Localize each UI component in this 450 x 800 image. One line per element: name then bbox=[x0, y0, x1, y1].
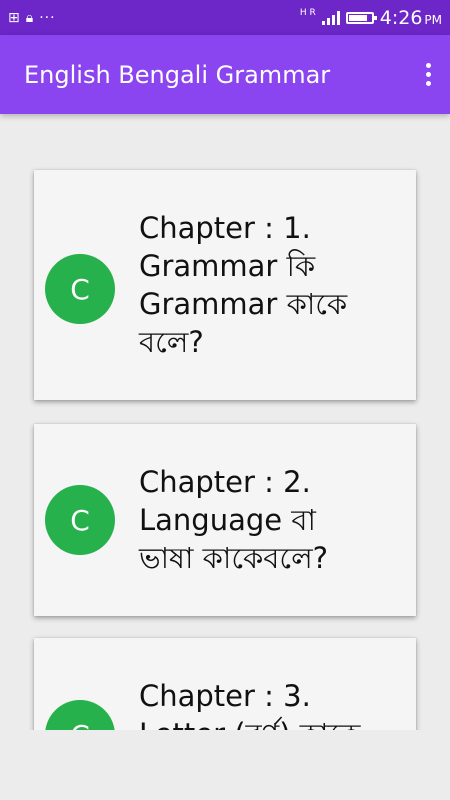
chapter-title: Chapter : 1. Grammar কি Grammar কাকে বলে… bbox=[139, 211, 348, 359]
chapter-avatar: C bbox=[45, 485, 115, 555]
more-notifications-icon: ··· bbox=[39, 10, 56, 26]
overflow-menu-button[interactable] bbox=[420, 57, 436, 91]
clock-time: 4:26 bbox=[379, 7, 423, 29]
chapter-card-3[interactable]: C Chapter : 3. Letter (বর্ণ) কাকে bbox=[34, 638, 416, 730]
chapter-title: Chapter : 3. Letter (বর্ণ) কাকে bbox=[139, 679, 360, 730]
signal-icon bbox=[321, 11, 340, 25]
chapter-avatar: C bbox=[45, 254, 115, 324]
system-icons: H R 4:26 PM bbox=[300, 6, 442, 30]
chapter-list[interactable]: C Chapter : 1. Grammar কি Grammar কাকে ব… bbox=[0, 114, 450, 730]
status-bar: ⊞ 🔒︎ ··· H R 4:26 PM bbox=[0, 0, 450, 35]
app-bar: English Bengali Grammar bbox=[0, 35, 450, 114]
chapter-card-2[interactable]: C Chapter : 2. Language বা ভাষা কাকেবলে? bbox=[34, 424, 416, 616]
sim-icon: ⊞ bbox=[8, 10, 20, 26]
network-type-label: H R bbox=[299, 8, 316, 18]
chapter-avatar: C bbox=[45, 700, 115, 730]
lock-icon: 🔒︎ bbox=[25, 10, 34, 26]
app-title: English Bengali Grammar bbox=[24, 61, 331, 89]
chapter-card-1[interactable]: C Chapter : 1. Grammar কি Grammar কাকে ব… bbox=[34, 170, 416, 400]
navigation-area bbox=[0, 730, 450, 800]
status-clock: 4:26 PM bbox=[380, 7, 442, 29]
chapter-title: Chapter : 2. Language বা ভাষা কাকেবলে? bbox=[139, 465, 329, 575]
overflow-menu-icon bbox=[425, 62, 431, 68]
clock-ampm: PM bbox=[424, 13, 442, 27]
notification-icons: ⊞ 🔒︎ ··· bbox=[8, 7, 56, 29]
battery-icon bbox=[345, 12, 377, 24]
